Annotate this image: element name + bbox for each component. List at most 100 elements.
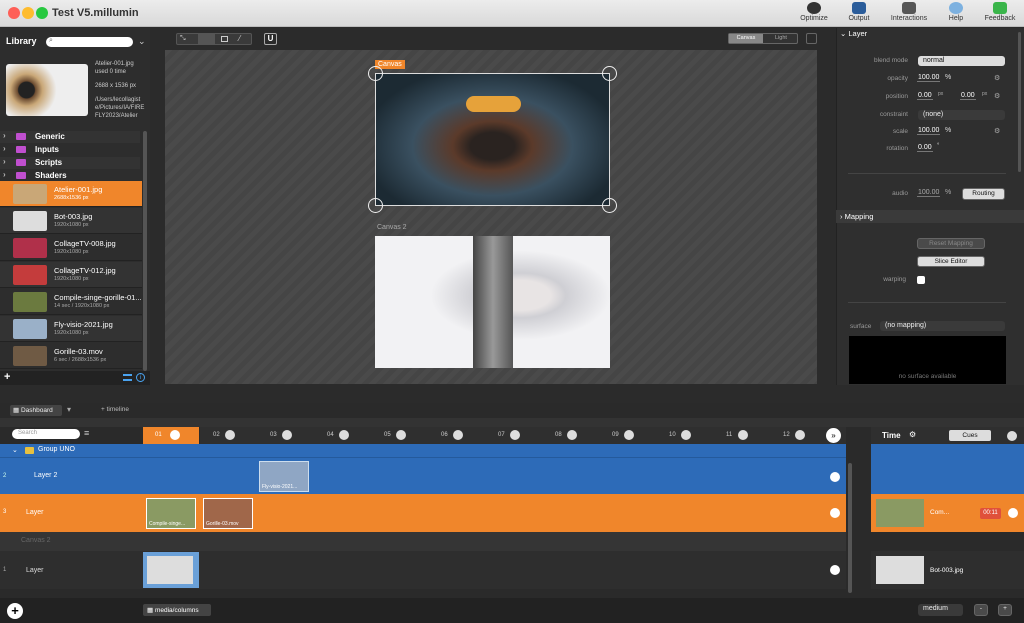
play-icon[interactable]: [225, 430, 235, 440]
play-icon[interactable]: [510, 430, 520, 440]
zoom-out-button[interactable]: -: [974, 604, 988, 616]
zoom-button[interactable]: [36, 7, 48, 19]
list-item[interactable]: CollageTV-008.jpg 1920x1080 px: [0, 235, 142, 261]
pen-tool-icon[interactable]: ⁄: [239, 34, 240, 43]
pause-icon[interactable]: [1007, 431, 1017, 441]
help-button[interactable]: Help: [934, 2, 978, 22]
minimize-button[interactable]: [22, 7, 34, 19]
routing-button[interactable]: Routing: [962, 188, 1005, 200]
list-item[interactable]: Fly-visio-2021.jpg 1920x1080 px: [0, 316, 142, 342]
gear-icon[interactable]: ⚙: [909, 430, 916, 439]
folder-inputs[interactable]: › Inputs: [0, 144, 140, 156]
play-icon[interactable]: [453, 430, 463, 440]
warping-checkbox[interactable]: [917, 276, 925, 284]
play-icon[interactable]: [396, 430, 406, 440]
tab-dashboard[interactable]: ▦ Dashboard: [10, 405, 62, 416]
constraint-select[interactable]: (none): [918, 110, 1005, 120]
feedback-button[interactable]: Feedback: [978, 2, 1022, 22]
info-icon[interactable]: i: [136, 373, 145, 382]
zoom-select[interactable]: medium: [918, 604, 963, 616]
chevron-down-icon[interactable]: ⌄: [138, 36, 146, 47]
play-icon[interactable]: [339, 430, 349, 440]
position-y-field[interactable]: 0.00: [960, 92, 976, 100]
close-button[interactable]: [8, 7, 20, 19]
audio-field[interactable]: 100.00: [917, 189, 941, 197]
clip-cell[interactable]: Gorille-03.mov: [203, 498, 253, 529]
position-x-field[interactable]: 0.00: [917, 92, 933, 100]
list-item[interactable]: CollageTV-012.jpg 1920x1080 px: [0, 262, 142, 288]
stop-icon[interactable]: [170, 430, 180, 440]
library-scrollbar[interactable]: [143, 131, 147, 371]
menu-icon[interactable]: ≡: [84, 428, 89, 438]
play-icon[interactable]: [282, 430, 292, 440]
time-row-active[interactable]: Com... 00:11: [871, 494, 1024, 532]
dashboard-scrollbar[interactable]: [848, 463, 852, 593]
play-icon[interactable]: [795, 430, 805, 440]
cues-button[interactable]: Cues: [949, 430, 991, 441]
next-column-button[interactable]: »: [826, 428, 841, 443]
opacity-field[interactable]: 100.00: [917, 74, 941, 82]
play-icon[interactable]: [738, 430, 748, 440]
clip-cell[interactable]: Compile-singe...: [146, 498, 196, 529]
rotation-field[interactable]: 0.00: [917, 144, 933, 152]
list-item[interactable]: Atelier-001.jpg 2688x1536 px: [0, 181, 142, 207]
inspector-scrollbar[interactable]: [1018, 32, 1021, 172]
add-timeline-button[interactable]: + timeline: [101, 406, 129, 413]
layer-section-header[interactable]: ⌄ Layer: [840, 29, 1020, 39]
canvas-1-image[interactable]: [375, 73, 610, 206]
play-icon[interactable]: [624, 430, 634, 440]
stop-icon[interactable]: [830, 508, 840, 518]
gear-icon[interactable]: ⚙: [994, 127, 1000, 135]
gear-icon[interactable]: ⚙: [994, 92, 1000, 100]
add-layer-button[interactable]: +: [7, 603, 23, 619]
grid-icon[interactable]: [806, 33, 817, 44]
slice-editor-button[interactable]: Slice Editor: [917, 256, 985, 267]
stop-icon[interactable]: [830, 472, 840, 482]
clip-cell[interactable]: Fly-visio-2021...: [259, 461, 309, 492]
library-search-input[interactable]: ⌕: [46, 37, 133, 47]
mode-light[interactable]: Light: [764, 34, 798, 43]
gear-icon[interactable]: ⚙: [994, 74, 1000, 82]
column-header[interactable]: 01: [143, 427, 199, 444]
play-icon[interactable]: [567, 430, 577, 440]
dashboard-search-input[interactable]: Search: [12, 429, 80, 439]
list-view-icon[interactable]: [123, 374, 132, 381]
clip-cell-active[interactable]: [143, 552, 199, 588]
corner-handle[interactable]: [368, 198, 383, 213]
table-row[interactable]: 3 Layer Compile-singe... Gorille-03.mov: [0, 494, 846, 532]
mode-canvas[interactable]: Canvas: [729, 34, 763, 43]
scale-field[interactable]: 100.00: [917, 127, 941, 135]
optimize-button[interactable]: Optimize: [792, 2, 836, 22]
folder-scripts[interactable]: › Scripts: [0, 157, 140, 169]
surface-select[interactable]: (no mapping): [880, 321, 1005, 331]
list-item[interactable]: Compile-singe-gorille-01... 14 sec / 1920…: [0, 289, 142, 315]
add-media-button[interactable]: +: [4, 371, 10, 383]
chevron-down-icon[interactable]: ⌄: [12, 446, 18, 454]
snap-button[interactable]: U: [264, 33, 277, 45]
list-item[interactable]: Bot-003.jpg 1920x1080 px: [0, 208, 142, 234]
list-item[interactable]: Gorille-03.mov 6 sec / 2688x1536 px: [0, 343, 142, 369]
play-icon[interactable]: [681, 430, 691, 440]
interactions-button[interactable]: Interactions: [887, 2, 931, 22]
blend-mode-select[interactable]: normal: [918, 56, 1005, 66]
corner-handle[interactable]: [602, 66, 617, 81]
move-tool-icon[interactable]: ⤡: [180, 35, 186, 43]
folder-generic[interactable]: › Generic: [0, 131, 140, 143]
crop-tool-icon[interactable]: [221, 36, 228, 42]
zoom-in-button[interactable]: +: [998, 604, 1012, 616]
media-columns-button[interactable]: ▦ media/columns: [143, 604, 211, 616]
mapping-section-header[interactable]: › Mapping: [836, 210, 1024, 223]
stop-icon[interactable]: [830, 565, 840, 575]
corner-handle[interactable]: [368, 66, 383, 81]
reset-mapping-button[interactable]: Reset Mapping: [917, 238, 985, 249]
table-row[interactable]: ⌄ Group UNO: [0, 444, 846, 457]
chevron-down-icon[interactable]: ▾: [67, 405, 71, 414]
table-row[interactable]: 1 Layer: [0, 551, 846, 589]
select-tool-icon[interactable]: [198, 34, 215, 44]
corner-handle[interactable]: [602, 198, 617, 213]
pause-icon[interactable]: [1008, 508, 1018, 518]
canvas-2-image[interactable]: [375, 236, 610, 368]
output-button[interactable]: Output: [837, 2, 881, 22]
table-row[interactable]: 2 Layer 2 Fly-visio-2021...: [0, 457, 846, 494]
time-row[interactable]: Bot-003.jpg: [871, 551, 1024, 589]
